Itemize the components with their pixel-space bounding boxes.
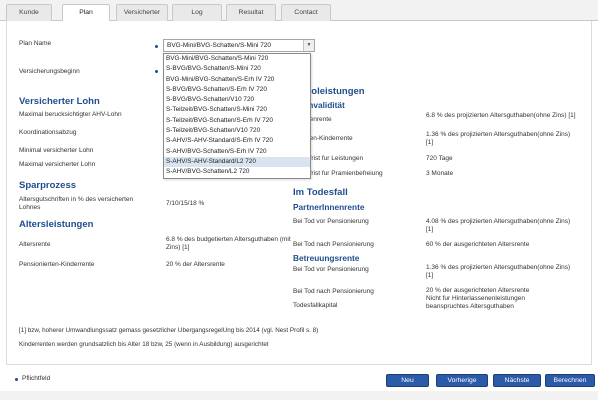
- plan-option[interactable]: BVG-Mini/BVG-Schatten/S-Mini 720: [164, 54, 310, 64]
- pensionierten-kinderrente-value: 20 % der Altersrente: [166, 261, 225, 268]
- tab-log[interactable]: Log: [172, 4, 222, 21]
- plan-name-select[interactable]: BVG-Mini/BVG-Schatten/S-Mini 720 ▼: [163, 39, 315, 52]
- wartefrist-praemienbefreiung-label: efrist fur Pramienbefreiung: [306, 170, 383, 177]
- altersgutschriften-value: 7/10/15/18 %: [166, 200, 205, 207]
- pflichtfeld-label: Pflichtfeld: [22, 375, 51, 382]
- todesfallkapital-value: Nicht fur Hinterlassenenleistungen beans…: [426, 295, 525, 310]
- plan-option-highlighted[interactable]: S-AHV/S-AHV-Standard/L2 720: [164, 156, 310, 168]
- betreuung-tod-nach-label: Bei Tod nach Pensionierung: [293, 288, 374, 295]
- plan-option[interactable]: S-AHV/BVG-Schatten/S-Erh IV 720: [164, 147, 310, 157]
- betreuungsrente-heading: Betreuungsrente: [293, 253, 360, 263]
- required-marker: [155, 45, 158, 48]
- plan-option[interactable]: S-AHV/BVG-Schatten/L2 720: [164, 167, 310, 177]
- versicherter-lohn-heading: Versicherter Lohn: [19, 96, 100, 107]
- bottom-gray-strip: [0, 391, 598, 400]
- footnote-kinderrenten: Kinderrenten werden grundsatzlich bis Al…: [19, 341, 269, 348]
- plan-option[interactable]: S-Teilzeit/BVG-Schatten/S-Mini 720: [164, 105, 310, 115]
- risikoleistungen-heading: koleistungen: [306, 86, 365, 97]
- sparprozess-heading: Sparprozess: [19, 180, 77, 191]
- vorherige-button[interactable]: Vorherige: [436, 374, 488, 387]
- required-marker: [15, 378, 18, 381]
- invalidenrente-value: 6.8 % des projizierten Altersguthaben(oh…: [426, 112, 576, 119]
- partner-tod-nach-label: Bei Tod nach Pensionierung: [293, 241, 374, 248]
- altersrente-label: Altersrente: [19, 241, 51, 248]
- altersrente-value: 6.8 % des budgetierten Altersguthaben (m…: [166, 236, 291, 251]
- tab-kunde[interactable]: Kunde: [6, 4, 52, 21]
- todesfallkapital-label: Todesfallkapital: [293, 302, 338, 309]
- chevron-down-icon[interactable]: ▼: [303, 40, 314, 51]
- betreuung-tod-vor-label: Bei Tod vor Pensionierung: [293, 266, 369, 273]
- berechnen-button[interactable]: Berechnen: [545, 374, 595, 387]
- partnerinnenrente-heading: PartnerInnenrente: [293, 202, 365, 212]
- tab-bar: Kunde Plan Versicherter Log Resultat Con…: [0, 0, 598, 22]
- required-marker: [155, 70, 158, 73]
- tab-resultat[interactable]: Resultat: [226, 4, 276, 21]
- plan-name-value: BVG-Mini/BVG-Schatten/S-Mini 720: [167, 42, 272, 49]
- plan-name-dropdown-list: BVG-Mini/BVG-Schatten/S-Mini 720 S-BVG/B…: [163, 53, 311, 179]
- plan-option[interactable]: S-Teilzeit/BVG-Schatten/S-Erh IV 720: [164, 116, 310, 126]
- invaliditaet-heading: Invalidität: [306, 100, 345, 110]
- plan-name-label: Plan Name: [19, 40, 52, 47]
- naechste-button[interactable]: Nächste: [493, 374, 541, 387]
- tab-contact[interactable]: Contact: [281, 4, 331, 21]
- invaliden-kinderrente-label: den-Kinderrente: [306, 135, 353, 142]
- plan-option[interactable]: S-AHV/S-AHV-Standard/S-Erh IV 720: [164, 136, 310, 146]
- max-ahv-lohn-label: Maximal berucksichtigter AHV-Lohn: [19, 111, 122, 118]
- plan-panel: Plan Name BVG-Mini/BVG-Schatten/S-Mini 7…: [6, 21, 592, 381]
- wartefrist-praemienbefreiung-value: 3 Monate: [426, 170, 454, 177]
- plan-option[interactable]: S-BVG/BVG-Schatten/V10 720: [164, 95, 310, 105]
- betreuung-tod-vor-value: 1.36 % des projizierten Altersguthaben(o…: [426, 264, 571, 279]
- plan-option[interactable]: S-BVG/BVG-Schatten/S-Erh IV 720: [164, 85, 310, 95]
- partner-tod-nach-value: 60 % der ausgerichteten Altersrente: [426, 241, 530, 248]
- min-versicherter-lohn-label: Minimal versicherter Lohn: [19, 147, 94, 154]
- plan-option[interactable]: BVG-Mini/BVG-Schatten/S-Erh IV 720: [164, 75, 310, 85]
- wartefrist-leistungen-value: 720 Tage: [426, 155, 453, 162]
- tab-versicherter[interactable]: Versicherter: [116, 4, 168, 21]
- versicherungsbeginn-label: Versicherungsbeginn: [19, 68, 80, 75]
- max-versicherter-lohn-label: Maximal versicherter Lohn: [19, 161, 96, 168]
- plan-option[interactable]: S-BVG/BVG-Schatten/S-Mini 720: [164, 64, 310, 74]
- koordinationsabzug-label: Koordinationsabzug: [19, 129, 77, 136]
- partner-tod-vor-label: Bei Tod vor Pensionierung: [293, 218, 369, 225]
- neu-button[interactable]: Neu: [386, 374, 429, 387]
- tab-plan[interactable]: Plan: [62, 4, 110, 22]
- plan-option[interactable]: S-Teilzeit/BVG-Schatten/V10 720: [164, 126, 310, 136]
- invaliden-kinderrente-value: 1.36 % des projizierten Altersguthaben(o…: [426, 131, 571, 146]
- betreuung-tod-nach-value: 20 % der ausgerichteten Altersrente: [426, 287, 530, 294]
- pensionierten-kinderrente-label: Pensionierten-Kinderrente: [19, 261, 95, 268]
- im-todesfall-heading: Im Todesfall: [293, 187, 348, 198]
- altersleistungen-heading: Altersleistungen: [19, 219, 94, 230]
- partner-tod-vor-value: 4.08 % des projizierten Altersguthaben(o…: [426, 218, 571, 233]
- altersgutschriften-label: Altersgutschriften in % des versicherten…: [19, 196, 134, 211]
- wartefrist-leistungen-label: efrist fur Leistungen: [306, 155, 364, 162]
- footnote-umwandlungssatz: [1] bzw, hoherer Umwandlungssatz gemass …: [19, 327, 319, 334]
